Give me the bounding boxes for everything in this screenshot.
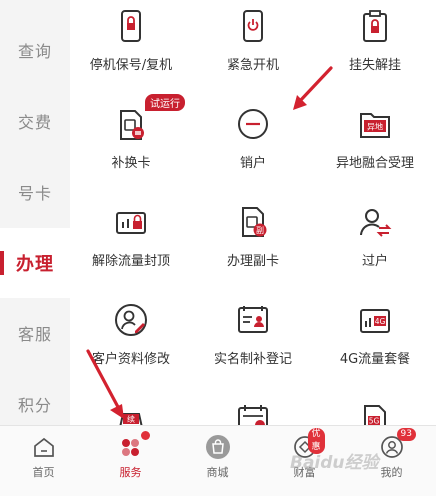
clipboard-lock-icon (357, 8, 393, 44)
trial-badge: 试运行 (145, 94, 185, 111)
wealth-icon: 优惠 (292, 428, 325, 460)
data-limit-icon (113, 204, 149, 240)
service-label: 解除流量封顶 (91, 254, 170, 269)
5g-card-text: 5G (369, 417, 380, 426)
tab-label: 服务 (119, 466, 142, 479)
tab-home[interactable]: 首页 (0, 426, 87, 496)
sim-swap-icon (113, 106, 149, 142)
service-real-name-registration[interactable]: 实名制补登记 (192, 298, 314, 396)
phone-power-icon (235, 8, 271, 44)
annotation-arrow-renew (86, 349, 124, 419)
sidebar-item-handle[interactable]: 办理 (0, 228, 70, 298)
discount-badge: 优惠 (307, 428, 325, 454)
tab-shop[interactable]: 商城 (174, 426, 261, 496)
service-label: 异地融合受理 (335, 156, 414, 171)
service-transfer-ownership[interactable]: 过户 (314, 200, 436, 298)
phone-lock-icon (113, 8, 149, 44)
service-replace-card[interactable]: 补换卡 (70, 102, 192, 200)
service-cancel-account[interactable]: 销户 (192, 102, 314, 200)
service-label: 挂失解挂 (348, 58, 401, 73)
sim-secondary-text: 副 (256, 226, 264, 235)
sidebar-item-number-card[interactable]: 号卡 (0, 157, 70, 227)
sidebar-item-payment[interactable]: 交费 (0, 86, 70, 156)
data-4g-icon: 4G (357, 302, 393, 338)
service-label: 4G流量套餐 (339, 352, 411, 367)
sidebar-item-customer-service[interactable]: 客服 (0, 298, 70, 368)
sidebar-item-query[interactable]: 查询 (0, 15, 70, 85)
category-sidebar: 查询 交费 号卡 办理 客服 积分 (0, 0, 70, 425)
bottom-tab-bar: 首页 服务 商城 优惠 财富 93 我的 (0, 425, 436, 496)
home-icon (31, 434, 57, 460)
service-label: 办理副卡 (226, 254, 279, 269)
calendar-icon (235, 400, 271, 425)
tab-profile[interactable]: 93 我的 (348, 426, 435, 496)
service-label: 补换卡 (111, 156, 151, 171)
service-calendar[interactable] (192, 396, 314, 425)
service-secondary-card[interactable]: 副 办理副卡 (192, 200, 314, 298)
service-lift-data-cap[interactable]: 解除流量封顶 (70, 200, 192, 298)
service-label: 实名制补登记 (213, 352, 292, 367)
tab-wealth[interactable]: 优惠 财富 (261, 426, 348, 496)
service-suspend-resume[interactable]: 停机保号/复机 (70, 4, 192, 102)
shop-bag-icon (205, 434, 231, 460)
service-label: 紧急开机 (226, 58, 279, 73)
tab-label: 我的 (380, 466, 403, 479)
message-count-badge: 93 (396, 428, 416, 441)
data-4g-text: 4G (375, 317, 386, 326)
minus-circle-icon (235, 106, 271, 142)
service-4g-data-plan[interactable]: 4G 4G流量套餐 (314, 298, 436, 396)
notification-dot (140, 431, 150, 440)
folder-remote-text: 异地 (367, 122, 383, 132)
5g-card-icon: 5G (357, 400, 393, 425)
sim-secondary-icon: 副 (235, 204, 271, 240)
service-remote-fusion[interactable]: 异地 异地融合受理 (314, 102, 436, 200)
folder-remote-icon: 异地 (357, 106, 393, 142)
service-label: 过户 (361, 254, 388, 269)
id-card-icon (235, 302, 271, 338)
user-edit-icon (113, 302, 149, 338)
annotation-arrow-cancel (293, 66, 333, 110)
service-5g-card[interactable]: 5G (314, 396, 436, 425)
profile-icon: 93 (379, 428, 416, 460)
service-label: 停机保号/复机 (89, 58, 173, 73)
service-label: 销户 (239, 156, 266, 171)
user-transfer-icon (357, 204, 393, 240)
service-icon (118, 431, 150, 460)
tab-label: 首页 (32, 466, 55, 479)
tab-label: 商城 (206, 466, 229, 479)
tab-service[interactable]: 服务 (87, 426, 174, 496)
tab-label: 财富 (293, 466, 316, 479)
